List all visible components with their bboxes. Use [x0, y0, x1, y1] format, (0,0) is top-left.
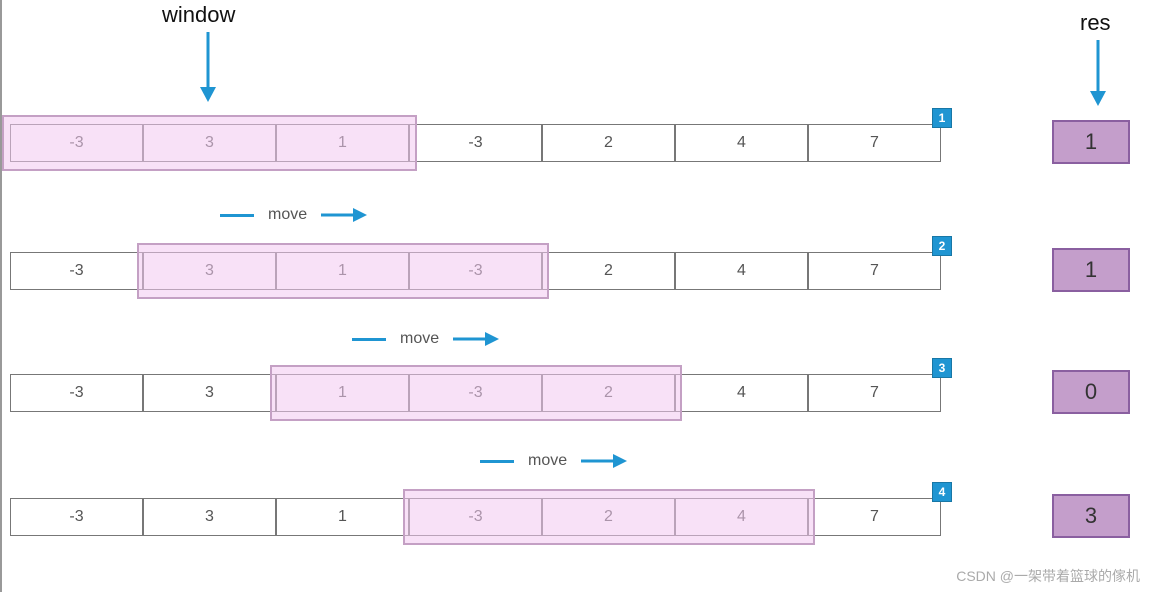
arrow-right-icon [581, 454, 627, 468]
array-cell: 1 [276, 374, 409, 412]
array-cell: -3 [409, 252, 542, 290]
array-cell: -3 [10, 498, 143, 536]
array-cell: 3 [143, 374, 276, 412]
diagram-canvas: window res -3 3 1 -3 2 4 7 1 1 move -3 3 [0, 0, 1150, 592]
array-cell: 1 [276, 252, 409, 290]
array-cell: 2 [542, 124, 675, 162]
move-indicator: move [220, 206, 367, 224]
arrow-right-icon [453, 332, 499, 346]
array-row: -3 3 1 -3 2 4 7 [10, 252, 941, 290]
move-dash-icon [352, 338, 386, 341]
array-cell: 1 [276, 498, 409, 536]
array-cell: 7 [808, 498, 941, 536]
array-cell: -3 [409, 498, 542, 536]
move-dash-icon [480, 460, 514, 463]
move-text: move [400, 330, 439, 348]
array-cell: 7 [808, 252, 941, 290]
array-cell: 4 [675, 374, 808, 412]
move-text: move [268, 206, 307, 224]
window-arrow-icon [198, 32, 218, 102]
result-box: 3 [1052, 494, 1130, 538]
result-box: 1 [1052, 248, 1130, 292]
array-cell: 3 [143, 252, 276, 290]
array-row: -3 3 1 -3 2 4 7 [10, 124, 941, 162]
move-text: move [528, 452, 567, 470]
array-cell: 3 [143, 498, 276, 536]
array-cell: 2 [542, 374, 675, 412]
array-cell: 7 [808, 124, 941, 162]
array-cell: -3 [409, 124, 542, 162]
array-cell: -3 [10, 374, 143, 412]
res-arrow-icon [1088, 40, 1108, 106]
arrow-right-icon [321, 208, 367, 222]
res-label: res [1080, 10, 1111, 36]
step-badge: 4 [932, 482, 952, 502]
step-badge: 2 [932, 236, 952, 256]
step-badge: 3 [932, 358, 952, 378]
array-cell: 2 [542, 498, 675, 536]
result-box: 1 [1052, 120, 1130, 164]
move-indicator: move [352, 330, 499, 348]
array-cell: -3 [10, 252, 143, 290]
array-cell: 3 [143, 124, 276, 162]
move-dash-icon [220, 214, 254, 217]
array-cell: 4 [675, 124, 808, 162]
array-cell: 1 [276, 124, 409, 162]
array-row: -3 3 1 -3 2 4 7 [10, 498, 941, 536]
step-badge: 1 [932, 108, 952, 128]
array-cell: 2 [542, 252, 675, 290]
window-label: window [162, 2, 235, 28]
array-cell: -3 [409, 374, 542, 412]
watermark-text: CSDN @一架带着篮球的傢机 [956, 566, 1140, 586]
array-cell: 4 [675, 252, 808, 290]
array-cell: 4 [675, 498, 808, 536]
array-cell: -3 [10, 124, 143, 162]
result-box: 0 [1052, 370, 1130, 414]
array-cell: 7 [808, 374, 941, 412]
array-row: -3 3 1 -3 2 4 7 [10, 374, 941, 412]
move-indicator: move [480, 452, 627, 470]
